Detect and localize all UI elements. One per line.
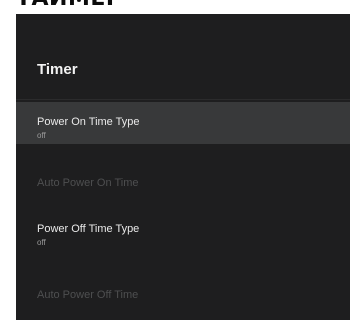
menu-item-label: Auto Power Off Time bbox=[37, 289, 139, 301]
timer-settings-panel: Timer Power On Time Type off Auto Power … bbox=[16, 14, 350, 320]
title-divider bbox=[16, 99, 350, 100]
panel-title: Timer bbox=[37, 61, 78, 78]
menu-item-label: Auto Power On Time bbox=[37, 177, 139, 189]
page-heading: ТАЙМЕР bbox=[16, 0, 123, 11]
menu-item-power-off-time-type[interactable]: Power Off Time Type off bbox=[16, 223, 350, 247]
menu-item-label: Power Off Time Type bbox=[37, 223, 140, 235]
menu-item-value: off bbox=[37, 238, 46, 247]
menu-item-power-on-time-type[interactable]: Power On Time Type off bbox=[16, 102, 350, 144]
menu-item-label: Power On Time Type bbox=[37, 116, 140, 128]
menu-item-auto-power-off-time: Auto Power Off Time bbox=[16, 289, 350, 301]
menu-item-value: off bbox=[37, 131, 46, 140]
menu-item-auto-power-on-time: Auto Power On Time bbox=[16, 177, 350, 189]
